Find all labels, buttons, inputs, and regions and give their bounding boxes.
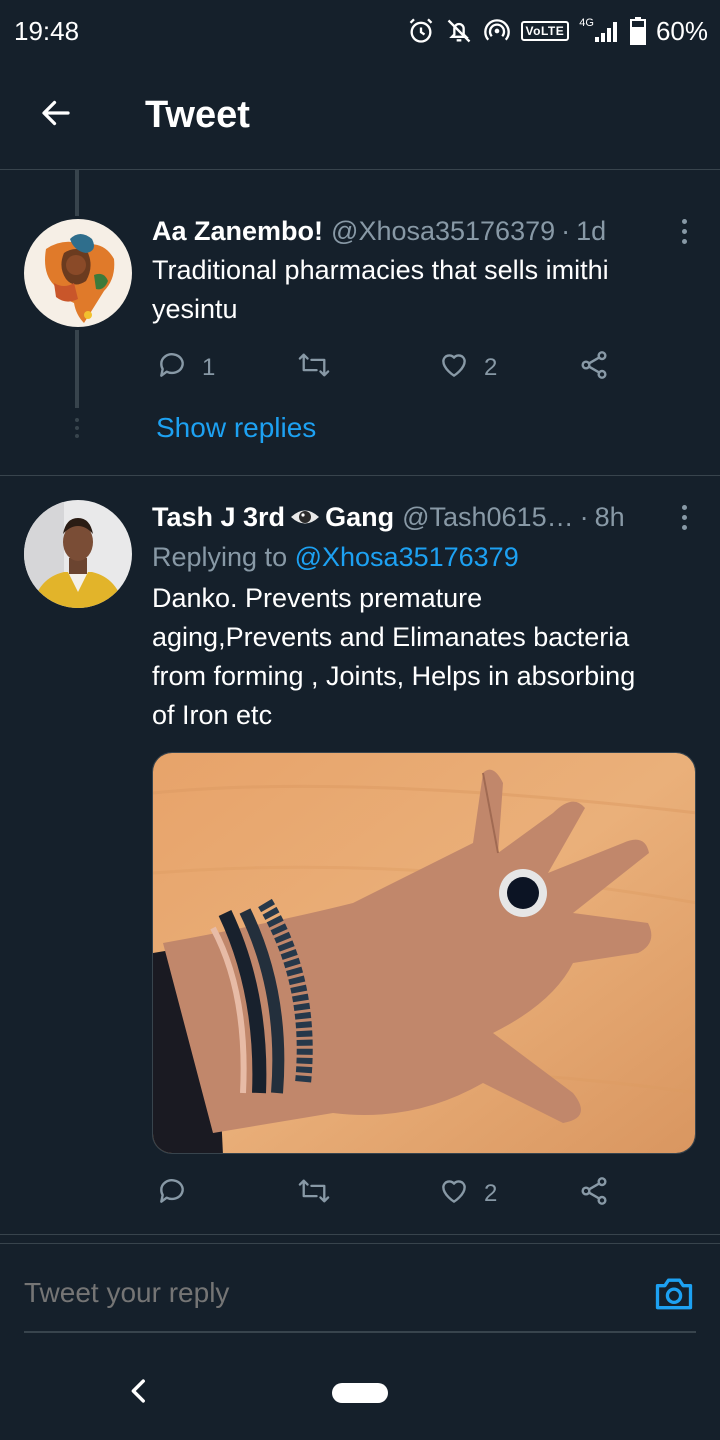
retweet-button[interactable]	[296, 346, 332, 390]
camera-button[interactable]	[652, 1271, 696, 1315]
reply-count: 1	[202, 354, 216, 381]
share-button[interactable]	[578, 346, 610, 390]
divider	[0, 1243, 720, 1244]
notifications-off-icon	[445, 17, 473, 45]
separator: ·	[561, 215, 571, 246]
reply-composer	[24, 1255, 696, 1333]
status-icons: VoLTE 4G 60%	[407, 16, 708, 47]
tweet-actions: 1 2	[152, 346, 632, 390]
battery-percent: 60%	[655, 15, 708, 46]
retweet-button[interactable]	[296, 1172, 332, 1216]
thread-line-bottom	[75, 330, 79, 408]
tweet-text-line: from forming , Joints, Helps in absorbin…	[152, 661, 636, 691]
display-name[interactable]: Aa Zanembo!	[152, 216, 323, 247]
signal-icon	[594, 19, 620, 43]
reply-button[interactable]	[156, 1172, 188, 1216]
user-handle[interactable]: @Tash0615…	[402, 502, 574, 533]
alarm-icon	[407, 17, 435, 45]
eye-emoji-icon	[289, 506, 321, 528]
battery-icon	[629, 17, 646, 45]
like-count: 2	[484, 354, 498, 381]
replying-to: Replying to @Xhosa35176379	[152, 537, 696, 577]
display-name[interactable]: Tash J 3rd	[152, 502, 285, 533]
arrow-left-icon	[38, 95, 74, 136]
tweet-header: Tash J 3rd Gang @Tash0615… · 8h	[152, 499, 696, 535]
volte-badge: VoLTE	[520, 21, 570, 41]
nav-back-button[interactable]	[122, 1374, 156, 1408]
retweet-icon	[296, 1175, 332, 1214]
timestamp: 1d	[576, 215, 607, 246]
comment-icon	[156, 349, 188, 388]
display-name[interactable]: Gang	[325, 502, 394, 533]
hotspot-icon	[483, 17, 511, 45]
tweet-body[interactable]: Tash J 3rd Gang @Tash0615… · 8h Replying…	[152, 499, 696, 735]
tweet-text-line: Traditional pharmacies that sells imithi	[152, 255, 609, 285]
tweet-text-line: Danko. Prevents premature	[152, 583, 483, 613]
tweet-actions: 2	[152, 1172, 632, 1216]
nav-home-pill[interactable]	[332, 1383, 388, 1403]
camera-icon	[652, 1278, 696, 1319]
heart-icon	[438, 349, 470, 388]
tweet-media-image[interactable]	[152, 752, 696, 1154]
separator: ·	[579, 501, 589, 532]
retweet-icon	[296, 349, 332, 388]
show-replies-link[interactable]: Show replies	[156, 412, 316, 444]
avatar[interactable]	[24, 219, 132, 327]
more-options-button[interactable]	[672, 499, 696, 535]
status-bar: 19:48 VoLTE 4G 60%	[0, 0, 720, 62]
comment-icon	[156, 1175, 188, 1214]
reply-input[interactable]	[24, 1277, 652, 1309]
status-time: 19:48	[14, 15, 80, 46]
tweet-text-line: yesintu	[152, 294, 238, 324]
share-button[interactable]	[578, 1172, 610, 1216]
thread-dots	[75, 418, 79, 438]
replying-prefix: Replying to	[152, 542, 288, 572]
timestamp: 8h	[594, 501, 625, 532]
chevron-left-icon	[122, 1379, 156, 1412]
user-handle[interactable]: @Xhosa35176379	[331, 216, 555, 247]
tweet-header: Aa Zanembo! @Xhosa35176379 · 1d	[152, 213, 696, 249]
tweet-body[interactable]: Aa Zanembo! @Xhosa35176379 · 1d Traditio…	[152, 213, 696, 329]
tweet-text: Danko. Prevents premature aging,Prevents…	[152, 579, 696, 735]
reply-button[interactable]: 1	[156, 346, 215, 390]
replying-to-handle[interactable]: @Xhosa35176379	[295, 542, 519, 572]
like-button[interactable]: 2	[438, 1172, 497, 1216]
more-options-button[interactable]	[672, 213, 696, 249]
network-type: 4G	[579, 17, 594, 29]
back-button[interactable]	[0, 62, 112, 170]
page-title: Tweet	[145, 94, 250, 136]
like-count: 2	[484, 1180, 498, 1207]
app-bar: Tweet	[0, 62, 720, 170]
tweet-text-line: of Iron etc	[152, 700, 273, 730]
divider	[0, 475, 720, 476]
heart-icon	[438, 1175, 470, 1214]
avatar[interactable]	[24, 500, 132, 608]
thread-line-top	[75, 170, 79, 216]
divider	[0, 1234, 720, 1235]
tweet-text-line: aging,Prevents and Elimanates bacteria	[152, 622, 630, 652]
share-icon	[578, 349, 610, 388]
share-icon	[578, 1175, 610, 1214]
tweet-text: Traditional pharmacies that sells imithi…	[152, 251, 696, 329]
like-button[interactable]: 2	[438, 346, 497, 390]
